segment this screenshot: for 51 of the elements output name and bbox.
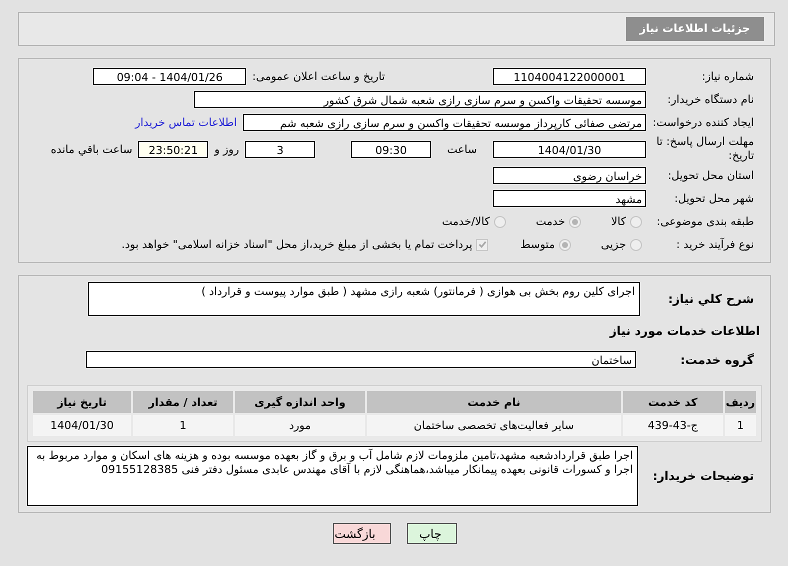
option-label: کالا/خدمت xyxy=(442,215,490,228)
back-button[interactable]: بازگشت xyxy=(332,523,390,544)
page-title: جزئیات اطلاعات نیاز xyxy=(626,17,764,41)
column-header: کد خدمت xyxy=(622,391,723,413)
field-label: نام دستگاه خریدار: xyxy=(666,92,755,106)
service-group-field[interactable]: ساختمان xyxy=(86,351,636,368)
column-header: تعداد / مقدار xyxy=(133,391,233,413)
buyer-contact-link[interactable]: اطلاعات تماس خریدار xyxy=(135,116,237,129)
remaining-time-field[interactable]: 23:50:21 xyxy=(138,140,208,158)
option-label: کالا xyxy=(611,215,626,228)
table-cell: مورد xyxy=(235,415,365,436)
field-label: ایجاد کننده درخواست: xyxy=(652,116,755,130)
column-header: نام خدمت xyxy=(367,391,621,413)
column-header: تاریخ نیاز xyxy=(33,391,131,413)
days-field[interactable]: 3 xyxy=(245,140,316,158)
buyer-notes-textarea[interactable]: اجرا طبق قراردادشعبه مشهد،تامین ملزومات لازم شامل آب و برق و گاز بعهده موسسه بوده و هزینه های اسکان و موارد مربوط به اجرا و کسورات قانونی بعهده پیمانکار میباشد،هماهنگی لازم با آقای مهندس عابدی مسئول دفتر فنی 09155128385 xyxy=(27,446,638,506)
city-field[interactable]: مشهد xyxy=(493,190,646,207)
field-label: ساعت xyxy=(446,142,478,156)
option-label: متوسط xyxy=(520,238,555,251)
field-label: استان محل تحویل: xyxy=(666,168,755,182)
field-label: طبقه بندی موضوعی: xyxy=(656,214,755,228)
field-label: تاریخ و ساعت اعلان عمومی: xyxy=(252,70,385,83)
column-header: واحد اندازه گیری xyxy=(235,391,365,413)
payment-note: پرداخت تمام یا بخشی از مبلغ خرید،از محل "اسناد خزانه اسلامی" خواهد بود. xyxy=(122,238,472,251)
field-label: گروه خدمت: xyxy=(679,352,755,366)
table-cell: سایر فعالیت‌های تخصصی ساختمان xyxy=(367,415,621,436)
buyer-org-field[interactable]: موسسه تحقیقات واکسن و سرم سازی رازی شعبه شمال شرق کشور xyxy=(194,91,646,108)
table-cell: ج-43-439 xyxy=(622,415,723,436)
field-label: شماره نیاز: xyxy=(700,70,755,84)
province-field[interactable]: خراسان رضوی xyxy=(493,167,646,184)
field-label: روز و xyxy=(214,142,240,156)
field-label: توضیحات خریدار: xyxy=(652,469,755,483)
option-label: خدمت xyxy=(536,215,566,228)
column-header: ردیف xyxy=(724,391,756,413)
table-cell: 1 xyxy=(724,415,756,436)
field-label: شهر محل تحویل: xyxy=(673,192,755,206)
deadline-date-field[interactable]: 1404/01/30 xyxy=(493,140,646,158)
section-title: اطلاعات خدمات مورد نیاز xyxy=(610,324,760,338)
description-textarea[interactable]: اجرای کلین روم بخش بی هوازی ( فرمانتور) شعبه رازی مشهد ( طبق موارد پیوست و قرارداد ) xyxy=(88,282,640,316)
print-button[interactable]: چاپ xyxy=(406,523,456,544)
field-label: ساعت باقي مانده xyxy=(50,142,132,156)
requester-field[interactable]: مرتضی صفائی کارپرداز موسسه تحقیقات واکسن و سرم سازی رازی شعبه شم xyxy=(243,114,646,131)
field-label: نوع فرآیند خرید : xyxy=(675,238,755,252)
need-number-field[interactable]: 1104004122000001 xyxy=(493,68,646,85)
field-label: مهلت ارسال پاسخ: تا تاریخ: xyxy=(655,135,755,163)
table-cell: 1 xyxy=(133,415,233,436)
deadline-time-field[interactable]: 09:30 xyxy=(351,140,432,158)
field-label: شرح کلي نیاز: xyxy=(667,292,755,306)
table-cell: 1404/01/30 xyxy=(33,415,131,436)
announce-date-field[interactable]: 1404/01/26 - 09:04 xyxy=(93,68,246,85)
option-label: جزیی xyxy=(600,238,626,251)
